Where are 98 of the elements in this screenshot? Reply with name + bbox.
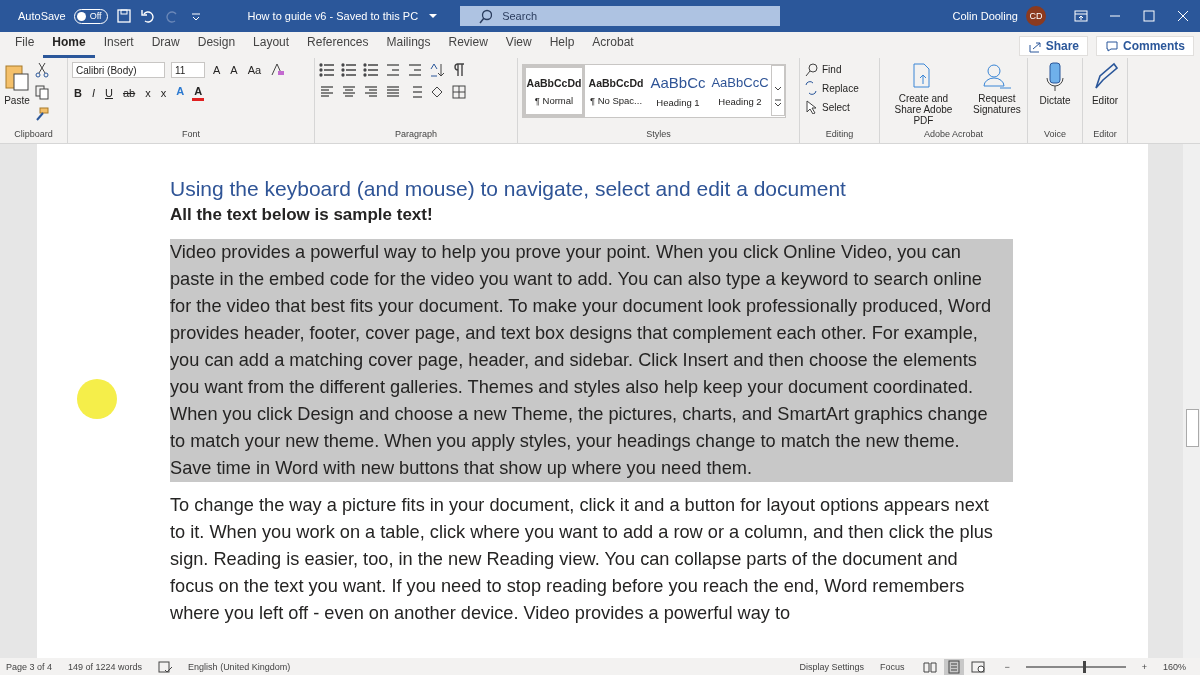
shading-icon[interactable] <box>429 84 445 100</box>
save-icon[interactable] <box>115 8 132 24</box>
style-item[interactable]: AaBbCcC Heading 2 <box>709 65 771 117</box>
sort-icon[interactable] <box>429 62 445 78</box>
align-center-icon[interactable] <box>341 84 357 100</box>
ribbon-tab[interactable]: Insert <box>94 35 143 58</box>
signature-icon[interactable] <box>981 62 1012 90</box>
ribbon-display-icon[interactable] <box>1073 8 1089 24</box>
display-settings-button[interactable]: Display Settings <box>799 662 864 672</box>
font-size-button[interactable]: A <box>228 63 240 77</box>
undo-icon[interactable] <box>139 8 156 24</box>
cut-icon[interactable] <box>34 62 50 78</box>
autosave-label: AutoSave <box>18 10 66 22</box>
numbering-icon[interactable] <box>341 62 357 78</box>
share-button[interactable]: Share <box>1018 36 1088 56</box>
align-right-icon[interactable] <box>363 84 379 100</box>
group-label: Clipboard <box>13 129 54 141</box>
ribbon-tab[interactable]: References <box>298 35 378 58</box>
group-label: Styles <box>645 129 672 141</box>
gallery-scroll-icon[interactable] <box>771 65 785 116</box>
copy-icon[interactable] <box>34 84 50 100</box>
editing-button[interactable]: Replace <box>804 81 859 95</box>
ribbon-tab[interactable]: Mailings <box>377 35 440 58</box>
font-size-button[interactable]: A <box>211 63 223 77</box>
body-paragraph: To change the way a picture fits in your document, click it and a button for layout options appears next to it. When you work on a table, click where you want to add a row or a column, and then click the plus sign. Reading is easier, too, in the new Reading view. You can collapse parts of the document and focus on the text you want. If you need to stop reading before you reach the end, Word remembers where you left off - even on another device. Video provides a powerful way to <box>170 494 994 625</box>
ribbon-tab[interactable]: Review <box>439 35 497 58</box>
ribbon-tab[interactable]: Layout <box>244 35 299 58</box>
search-field[interactable]: Search <box>460 6 781 26</box>
font-format-button[interactable]: I <box>89 85 97 100</box>
increase-indent-icon[interactable] <box>407 62 423 78</box>
font-size-field[interactable]: 11 <box>171 62 205 78</box>
group-label: Paragraph <box>394 129 438 141</box>
ribbon-tab[interactable]: Draw <box>142 35 189 58</box>
editor-button[interactable]: Editor <box>1091 62 1119 129</box>
editing-button[interactable]: Select <box>804 100 859 114</box>
decrease-indent-icon[interactable] <box>385 62 401 78</box>
user-name[interactable]: Colin Dooling <box>952 10 1018 22</box>
zoom-level[interactable]: 160% <box>1162 662 1186 672</box>
ribbon-tab[interactable]: View <box>496 35 541 58</box>
language-status[interactable]: English (United Kingdom) <box>188 662 291 672</box>
microphone-icon[interactable] <box>1044 62 1066 92</box>
format-painter-icon[interactable] <box>34 106 50 122</box>
close-icon[interactable] <box>1175 8 1191 24</box>
style-item[interactable]: AaBbCcDd ¶ Normal <box>523 65 585 117</box>
document-title[interactable]: How to guide v6 - Saved to this PC <box>247 10 419 22</box>
font-name-field[interactable]: Calibri (Body) <box>72 62 165 78</box>
zoom-out-button[interactable]: − <box>1004 662 1010 672</box>
style-item[interactable]: AaBbCc Heading 1 <box>647 65 709 117</box>
acrobat-button[interactable]: Create and Share Adobe PDF <box>884 62 963 129</box>
group-label: Editor <box>1093 129 1117 141</box>
multilevel-list-icon[interactable] <box>363 62 379 78</box>
vertical-scrollbar[interactable] <box>1183 144 1200 658</box>
ribbon-tab[interactable]: Home <box>43 35 95 58</box>
font-format-button[interactable]: x <box>158 85 169 100</box>
user-avatar[interactable]: CD <box>1026 6 1046 26</box>
font-color-button[interactable]: A <box>174 84 187 101</box>
body-paragraph: Video provides a powerful way to help you prove your point. When you click Online Video, you can paste in the embed code for the video you want to add. You can also type a keyword to search online for the video that best fits your document. To make your document look professionally produced, Word provides header, footer, cover page, and text box designs that complement each other. For example, you can add a matching cover page, header, and sidebar. Click Insert and then choose the elements you want from the different galleries. Themes and styles also help keep your document coordinated. When you click Design and choose a new Theme, the pictures, charts, and SmartArt graphics change to match your new theme. When you apply styles, your headings change to match the new theme. Save time in Word with new buttons that show up where you need them. <box>170 239 1013 482</box>
clear-format-icon[interactable] <box>269 62 286 78</box>
group-label: Font <box>181 129 201 141</box>
justify-icon[interactable] <box>385 84 401 100</box>
font-format-button[interactable]: U <box>103 85 115 100</box>
borders-icon[interactable] <box>451 84 467 100</box>
style-item[interactable]: AaBbCcDd ¶ No Spac... <box>585 65 647 117</box>
ribbon-tab[interactable]: Help <box>540 35 584 58</box>
ribbon-tab[interactable]: File <box>6 35 44 58</box>
page-count[interactable]: Page 3 of 4 <box>6 662 53 672</box>
proofing-icon[interactable] <box>158 661 173 673</box>
font-format-button[interactable]: ab <box>120 85 138 100</box>
word-count[interactable]: 149 of 1224 words <box>68 662 143 672</box>
search-icon[interactable] <box>478 8 493 24</box>
replace-icon[interactable] <box>804 81 818 95</box>
focus-button[interactable]: Focus <box>879 662 905 672</box>
group-label: Voice <box>1044 129 1066 141</box>
clipboard-icon[interactable] <box>4 62 30 92</box>
comment-icon[interactable] <box>1105 39 1119 53</box>
share-icon[interactable] <box>1027 39 1042 53</box>
comments-button[interactable]: Comments <box>1096 36 1194 56</box>
font-color-button[interactable]: A <box>192 84 205 101</box>
font-size-button[interactable]: Aa <box>245 63 264 77</box>
maximize-icon[interactable] <box>1141 8 1157 24</box>
zoom-in-button[interactable]: + <box>1141 662 1147 672</box>
group-label: Editing <box>824 129 855 141</box>
pointer-icon[interactable] <box>804 100 818 114</box>
font-format-button[interactable]: x <box>143 85 153 100</box>
pilcrow-icon[interactable] <box>451 62 467 78</box>
document-subheading: All the text below is sample text! <box>170 205 434 225</box>
align-left-icon[interactable] <box>319 84 335 100</box>
search-icon[interactable] <box>804 62 818 76</box>
document-heading: Using the keyboard (and mouse) to navigate, select and edit a document <box>170 177 847 201</box>
group-label: Adobe Acrobat <box>922 129 984 141</box>
paste-button[interactable]: Paste <box>4 62 30 129</box>
ribbon-tab[interactable]: Design <box>188 35 245 58</box>
font-format-button[interactable]: B <box>72 85 84 100</box>
ribbon-tab[interactable]: Acrobat <box>583 35 643 58</box>
acrobat-button[interactable]: Request Signatures <box>970 62 1023 129</box>
bullets-icon[interactable] <box>319 62 335 78</box>
dictate-button[interactable]: Dictate <box>1039 62 1071 129</box>
editing-button[interactable]: Find <box>804 62 859 76</box>
